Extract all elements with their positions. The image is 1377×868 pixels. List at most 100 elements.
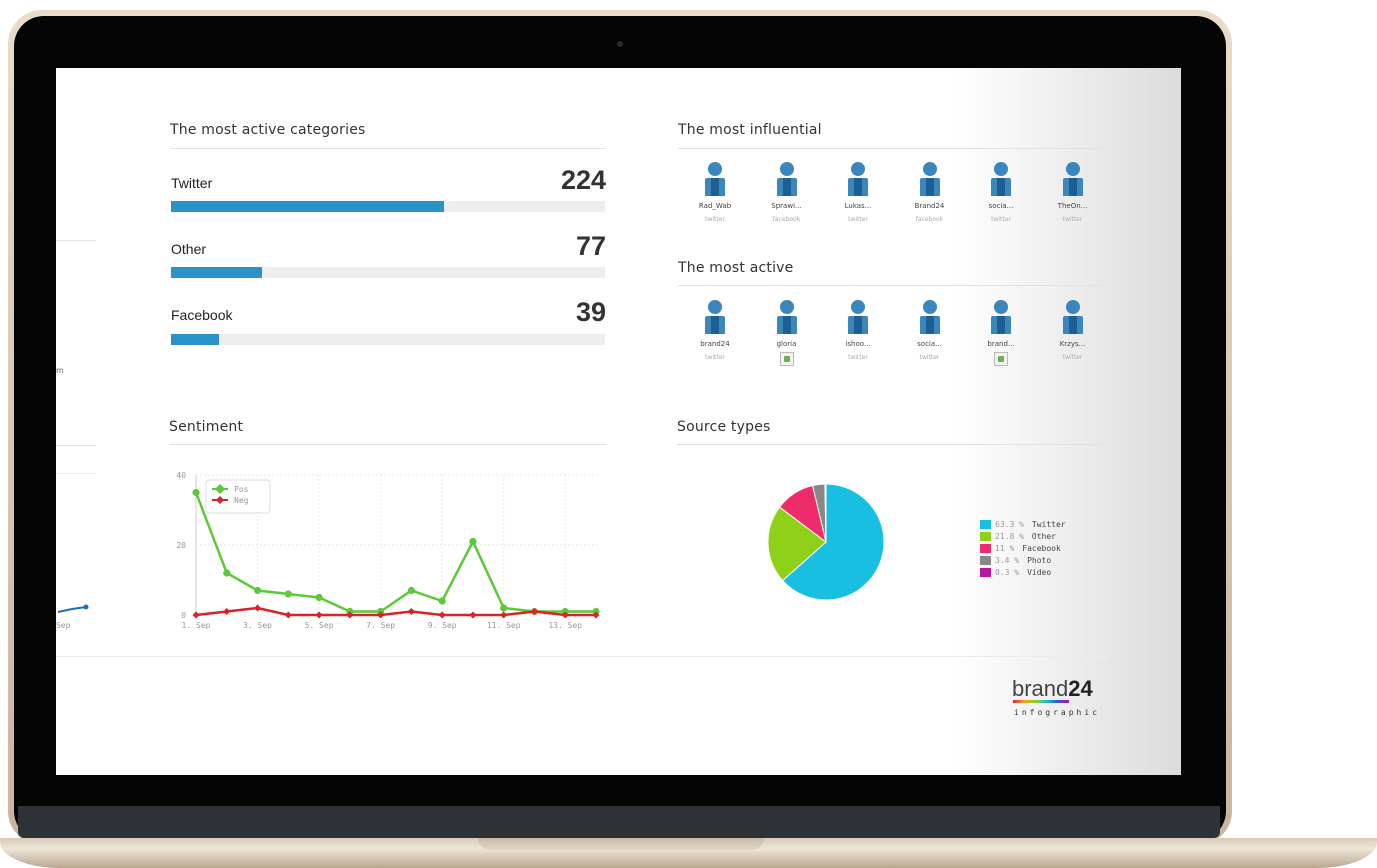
profile-card[interactable]: socia... twitter [973,162,1029,223]
left-panel-divider [56,445,96,446]
pos-point[interactable] [315,593,323,602]
category-bar [171,267,605,278]
pos-point[interactable] [253,586,262,595]
pos-point[interactable] [469,537,477,546]
profile-source: twitter [705,354,725,361]
profile-card[interactable]: Brand24 facebook [902,162,958,223]
x-tick-label: 1. Sep [182,621,211,630]
neg-point[interactable] [315,611,323,619]
legend-percent: 21.8 % [995,532,1024,541]
category-bar [171,334,605,345]
user-avatar-icon [779,162,794,176]
category-count: 224 [560,165,606,195]
user-avatar-icon [922,300,937,314]
category-count: 77 [575,231,606,261]
pos-point[interactable] [223,569,231,577]
neg-point[interactable] [469,611,477,619]
legend-item: 0.3 % Video [980,568,1051,579]
left-partial-line [57,606,87,613]
profile-source: facebook [772,216,801,223]
user-body-icon [776,316,797,334]
profile-name: Brand24 [914,202,945,210]
source-types-title: Source types [677,419,771,435]
profile-name: TheOn... [1057,202,1088,210]
pos-point[interactable] [192,488,200,497]
influential-divider [678,148,1108,149]
profile-card[interactable]: TheOn... twitter [1045,162,1101,223]
profile-name: Krzys... [1059,340,1086,348]
category-bar-fill [171,201,445,212]
profile-name: brand24 [700,340,730,348]
legend-series-name: Pos [234,485,249,494]
legend-swatch [980,520,991,529]
profile-card[interactable]: Sprawi... facebook [759,162,815,223]
source-types-pie [767,483,885,601]
profile-card[interactable]: Krzys... twitter [1045,300,1101,361]
laptop-frame: m Sep The most active categories Twitter… [0,0,1377,868]
user-body-icon [705,178,725,196]
profile-card[interactable]: Rad_Wabtwitter [687,162,743,223]
dashboard-screen: m Sep The most active categories Twitter… [56,68,1181,775]
pos-point[interactable] [500,604,508,612]
influential-title: The most influential [678,122,822,138]
left-panel-fragment: m [56,366,64,375]
y-tick-label: 0 [181,611,186,620]
profile-source: twitter [991,216,1011,223]
pos-point[interactable] [438,597,446,605]
laptop-hinge-notch [478,838,764,850]
profile-card[interactable]: brand24 twitter [687,300,743,361]
profile-card[interactable]: gloria [759,300,815,366]
neg-point[interactable] [192,611,200,619]
legend-label: Twitter [1031,520,1066,529]
user-avatar-icon [708,162,722,176]
left-partial-tick: Sep [56,621,71,630]
neg-point[interactable] [284,611,292,619]
profile-name: socia... [988,202,1014,210]
legend-label: Photo [1027,556,1052,565]
pos-point[interactable] [284,590,292,598]
sentiment-title: Sentiment [169,419,244,435]
x-tick-label: 13. Sep [548,621,582,630]
user-avatar-icon [994,162,1008,176]
left-panel-divider [56,473,96,474]
user-avatar-icon [1065,300,1080,314]
neg-point[interactable] [254,604,262,612]
neg-point[interactable] [500,611,508,619]
profile-name: Rad_Wab [698,202,732,210]
profile-card[interactable]: brand... [973,300,1029,366]
source-types-divider [677,444,1110,445]
profile-source: twitter [848,354,868,361]
user-body-icon [776,178,797,196]
user-body-icon [919,178,940,196]
legend-series-name: Neg [234,496,249,505]
profile-card[interactable]: socia... twitter [902,300,958,361]
legend-label: Video [1027,568,1052,577]
left-partial-point [83,604,89,610]
active-title: The most active [678,260,794,276]
profile-source: twitter [919,354,940,361]
x-tick-label: 11. Sep [487,621,521,630]
legend-percent: 11 % [995,544,1015,553]
user-body-icon [991,316,1011,334]
legend-label: Facebook [1022,544,1061,553]
legend-swatch [980,544,991,553]
user-body-icon [848,178,868,196]
neg-point[interactable] [407,608,415,615]
profile-card[interactable]: ishoo... twitter [830,300,886,361]
pos-point[interactable] [407,586,415,595]
neg-point[interactable] [223,608,231,615]
profile-source: twitter [705,216,725,223]
category-label: Facebook [171,307,233,323]
profile-card[interactable]: Lukas... twitter [830,162,886,223]
x-tick-label: 9. Sep [428,621,457,630]
profile-name: Lukas... [844,202,872,210]
logo-word-number: 24 [1068,676,1093,701]
profile-name: socia... [917,340,942,348]
logo-subtitle: infographic [1014,708,1100,717]
legend-percent: 0.3 % [995,568,1020,577]
user-body-icon [848,316,868,334]
neg-point[interactable] [438,611,446,619]
categories-title: The most active categories [170,122,366,138]
category-bar [171,201,605,212]
bezel-chin [18,806,1220,838]
